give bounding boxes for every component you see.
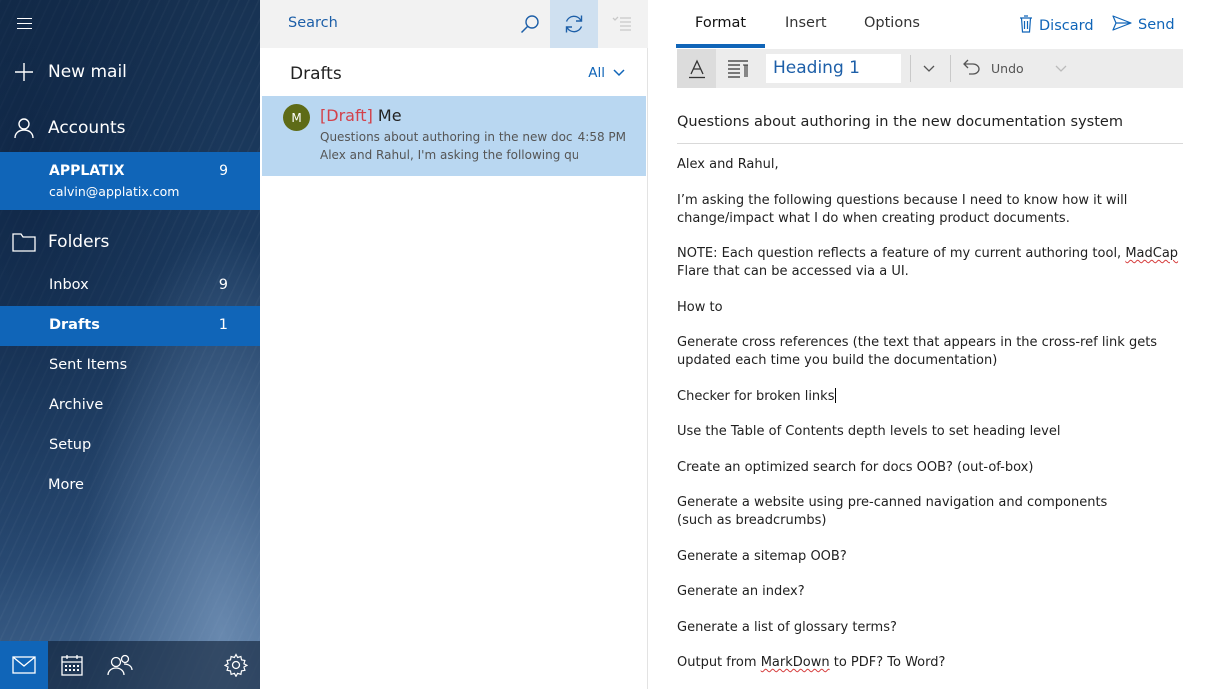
format-toolbar: Heading 1 Undo bbox=[677, 49, 1183, 88]
more-label: More bbox=[48, 477, 84, 493]
message-preview: Alex and Rahul, I'm asking the following… bbox=[320, 148, 578, 162]
accounts-label: Accounts bbox=[48, 118, 126, 138]
account-name: APPLATIX bbox=[49, 163, 125, 179]
body-text: Checker for broken links bbox=[677, 388, 835, 404]
body-paragraph: I’m asking the following questions becau… bbox=[677, 192, 1128, 226]
body-paragraph: Generate cross references (the text that… bbox=[677, 335, 1158, 368]
chevron-down-icon bbox=[613, 65, 625, 81]
text-caret bbox=[835, 387, 837, 403]
folder-label: Inbox bbox=[49, 277, 89, 293]
chevron-down-icon[interactable] bbox=[915, 49, 943, 88]
folder-item-drafts[interactable]: Drafts 1 bbox=[0, 306, 260, 346]
more-folders-button[interactable]: More bbox=[0, 466, 260, 506]
send-button[interactable]: Send bbox=[1112, 15, 1175, 35]
calendar-icon[interactable] bbox=[48, 641, 96, 689]
new-mail-label: New mail bbox=[48, 62, 127, 82]
folder-item-archive[interactable]: Archive bbox=[0, 386, 260, 426]
discard-button[interactable]: Discard bbox=[1019, 15, 1094, 37]
sender-name: Me bbox=[377, 106, 402, 125]
tab-options[interactable]: Options bbox=[864, 15, 920, 31]
body-paragraph: Alex and Rahul, bbox=[677, 157, 779, 172]
account-unread-count: 9 bbox=[219, 163, 228, 179]
tab-insert[interactable]: Insert bbox=[785, 15, 827, 31]
hamburger-icon[interactable] bbox=[0, 0, 48, 48]
font-color-icon[interactable] bbox=[677, 49, 716, 88]
body-paragraph: Generate an index? bbox=[677, 584, 805, 599]
send-label: Send bbox=[1138, 17, 1175, 33]
body-paragraph: Generate a website using pre-canned navi… bbox=[677, 495, 1108, 528]
navigation-pane: New mail Accounts APPLATIX calvin@applat… bbox=[0, 0, 260, 689]
body-paragraph: Output from MarkDown to PDF? To Word? bbox=[677, 654, 1187, 672]
toolbar-divider bbox=[950, 55, 951, 82]
search-bar: Search bbox=[260, 0, 648, 48]
body-paragraph: Create an optimized search for docs OOB?… bbox=[677, 459, 1034, 475]
app-switcher-bar bbox=[0, 641, 260, 689]
accounts-button[interactable]: Accounts bbox=[0, 108, 260, 148]
people-icon[interactable] bbox=[96, 641, 144, 689]
filter-list-icon[interactable] bbox=[598, 0, 646, 48]
folder-label: Drafts bbox=[49, 317, 100, 333]
new-mail-button[interactable]: New mail bbox=[0, 52, 260, 92]
body-paragraph: Checker for broken links bbox=[677, 387, 1187, 406]
body-text: NOTE: Each question reflects a feature o… bbox=[677, 246, 1126, 261]
body-paragraph: Generate a sitemap OOB? bbox=[677, 548, 847, 564]
style-dropdown[interactable]: Heading 1 bbox=[766, 54, 901, 83]
folders-button[interactable]: Folders bbox=[0, 222, 260, 262]
account-item[interactable]: APPLATIX calvin@applatix.com 9 bbox=[0, 152, 260, 210]
folder-item-setup[interactable]: Setup bbox=[0, 426, 260, 466]
message-list-pane: Search Drafts All M [Draft] Me Questions… bbox=[260, 0, 648, 689]
message-subject: Questions about authoring in the new doc… bbox=[320, 130, 572, 144]
undo-button[interactable]: Undo bbox=[963, 49, 1048, 88]
misspelled-word[interactable]: MadCap bbox=[1125, 246, 1178, 261]
folder-title: Drafts bbox=[290, 64, 342, 84]
person-icon bbox=[0, 108, 48, 148]
chevron-down-icon[interactable] bbox=[1049, 49, 1073, 88]
paragraph-format-icon[interactable] bbox=[718, 49, 757, 88]
trash-icon bbox=[1019, 15, 1033, 37]
folder-item-sent-items[interactable]: Sent Items bbox=[0, 346, 260, 386]
plus-icon bbox=[0, 52, 48, 92]
folder-label: Sent Items bbox=[49, 357, 128, 373]
folder-count: 9 bbox=[218, 277, 228, 293]
compose-pane: Format Insert Options Discard Send Headi… bbox=[648, 0, 1211, 689]
folder-item-inbox[interactable]: Inbox 9 bbox=[0, 266, 260, 306]
avatar: M bbox=[283, 104, 310, 131]
folder-count: 1 bbox=[218, 317, 228, 333]
folder-icon bbox=[0, 222, 48, 262]
filter-label: All bbox=[588, 65, 605, 81]
gear-icon[interactable] bbox=[212, 641, 260, 689]
send-icon bbox=[1112, 15, 1132, 35]
folder-label: Setup bbox=[49, 437, 92, 453]
body-text: Flare that can be accessed via a UI. bbox=[677, 264, 909, 279]
sync-icon[interactable] bbox=[550, 0, 598, 48]
folder-label: Archive bbox=[49, 397, 104, 413]
body-paragraph: NOTE: Each question reflects a feature o… bbox=[677, 245, 1187, 281]
subject-field[interactable]: Questions about authoring in the new doc… bbox=[677, 114, 1183, 144]
body-text: to PDF? To Word? bbox=[829, 655, 946, 670]
folders-label: Folders bbox=[48, 232, 110, 252]
undo-label: Undo bbox=[991, 61, 1024, 76]
body-text: Output from bbox=[677, 655, 761, 670]
active-tab-indicator bbox=[676, 44, 765, 48]
filter-dropdown[interactable]: All bbox=[588, 65, 625, 81]
draft-tag: [Draft] bbox=[320, 106, 373, 125]
discard-label: Discard bbox=[1039, 18, 1094, 34]
search-icon[interactable] bbox=[506, 0, 554, 48]
search-input[interactable]: Search bbox=[288, 15, 338, 31]
body-paragraph: How to bbox=[677, 299, 723, 315]
body-paragraph: Use the Table of Contents depth levels t… bbox=[677, 424, 1061, 439]
body-paragraph: Generate a list of glossary terms? bbox=[677, 619, 897, 635]
tab-format[interactable]: Format bbox=[695, 15, 746, 31]
list-item[interactable]: M [Draft] Me Questions about authoring i… bbox=[262, 96, 646, 176]
message-body-editor[interactable]: Alex and Rahul, I’m asking the following… bbox=[677, 156, 1187, 689]
message-sender: [Draft] Me bbox=[320, 106, 402, 125]
undo-icon bbox=[963, 59, 981, 79]
account-email: calvin@applatix.com bbox=[49, 184, 180, 199]
misspelled-word[interactable]: MarkDown bbox=[761, 655, 830, 670]
mail-icon[interactable] bbox=[0, 641, 48, 689]
message-time: 4:58 PM bbox=[577, 130, 626, 144]
toolbar-divider bbox=[910, 55, 911, 82]
